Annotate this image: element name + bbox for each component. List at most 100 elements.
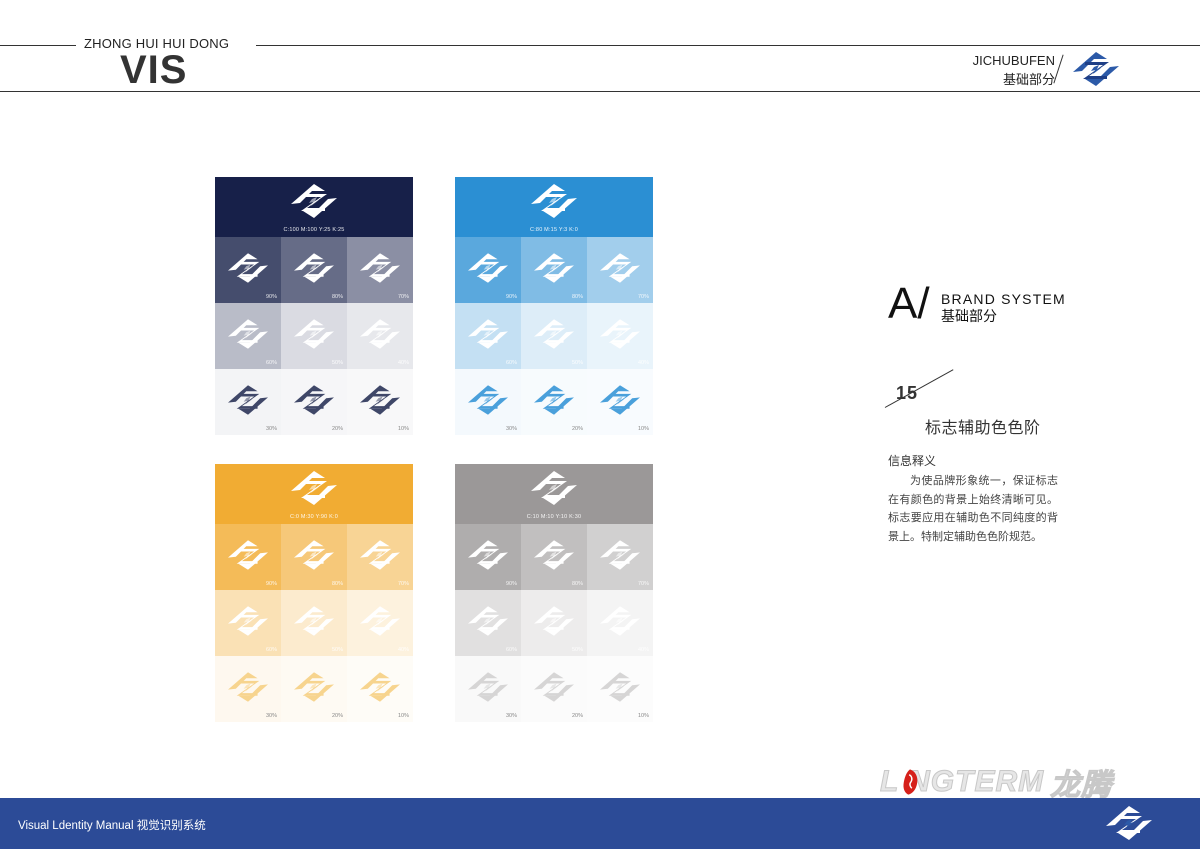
logo-orange-50-icon (294, 606, 334, 636)
page-subtitle: 标志辅助色色阶 (925, 420, 1041, 437)
logo-orange-30-icon (228, 672, 268, 702)
swatch-orange-cmyk: C:0 M:30 Y:90 K:0 (290, 514, 338, 520)
swatch-navy-base: C:100 M:100 Y:25 K:25 (215, 177, 413, 237)
swatch-level-label: 40% (637, 360, 649, 366)
swatch-blue-70: 70% (587, 237, 653, 303)
logo-orange-20-icon (294, 672, 334, 702)
swatch-blue-30: 30% (455, 369, 521, 435)
logo-orange-60-icon (228, 606, 268, 636)
brand-big-title: VIS (120, 48, 188, 92)
swatch-orange-90: 90% (215, 524, 281, 590)
logo-blue-50-icon (534, 319, 574, 349)
logo-gray-40-icon (600, 606, 640, 636)
header-line-right (256, 45, 1200, 46)
swatch-blue-10: 10% (587, 369, 653, 435)
swatch-navy-40: 40% (347, 303, 413, 369)
logo-gray-30-icon (468, 672, 508, 702)
logo-blue-60-icon (468, 319, 508, 349)
swatch-gray-60: 60% (455, 590, 521, 656)
swatch-level-label: 20% (571, 713, 583, 719)
swatch-level-label: 60% (505, 360, 517, 366)
swatch-navy-cmyk: C:100 M:100 Y:25 K:25 (283, 227, 345, 233)
swatch-level-label: 60% (505, 647, 517, 653)
section-label-cn: 基础部分 (1002, 72, 1055, 87)
section-label-en: JICHUBUFEN (972, 53, 1055, 68)
swatch-gray-40: 40% (587, 590, 653, 656)
logo-gray-80-icon (534, 540, 574, 570)
brand-logo-icon (1073, 52, 1119, 86)
swatch-blue-20: 20% (521, 369, 587, 435)
swatch-orange-base: C:0 M:30 Y:90 K:0 (215, 464, 413, 524)
logo-orange-10-icon (360, 672, 400, 702)
section-title-en: BRAND SYSTEM (941, 291, 1066, 307)
swatch-level-label: 50% (571, 647, 583, 653)
swatch-navy-70: 70% (347, 237, 413, 303)
swatch-blue-60: 60% (455, 303, 521, 369)
swatch-gray-20: 20% (521, 656, 587, 722)
swatch-navy-20: 20% (281, 369, 347, 435)
swatch-level-label: 50% (331, 360, 343, 366)
swatch-orange-50: 50% (281, 590, 347, 656)
swatch-level-label: 50% (571, 360, 583, 366)
swatch-level-label: 30% (505, 426, 517, 432)
logo-gray-base-icon (531, 471, 577, 505)
footer-logo-icon (1106, 806, 1152, 840)
swatch-navy-80: 80% (281, 237, 347, 303)
logo-orange-base-icon (291, 471, 337, 505)
logo-navy-70-icon (360, 253, 400, 283)
swatch-gray-70: 70% (587, 524, 653, 590)
swatch-level-label: 90% (265, 294, 277, 300)
swatch-level-label: 80% (331, 294, 343, 300)
info-body: 为使品牌形象统一，保证标志在有颜色的背景上始终清晰可见。标志要应用在辅助色不同纯… (888, 475, 1058, 543)
swatch-navy-10: 10% (347, 369, 413, 435)
swatch-orange-70: 70% (347, 524, 413, 590)
swatch-blue-80: 80% (521, 237, 587, 303)
logo-gray-10-icon (600, 672, 640, 702)
swatch-level-label: 30% (265, 713, 277, 719)
swatch-level-label: 30% (505, 713, 517, 719)
swatch-level-label: 90% (505, 581, 517, 587)
swatch-navy-50: 50% (281, 303, 347, 369)
swatch-orange-60: 60% (215, 590, 281, 656)
swatch-navy-30: 30% (215, 369, 281, 435)
logo-navy-80-icon (294, 253, 334, 283)
logo-navy-60-icon (228, 319, 268, 349)
swatch-level-label: 10% (637, 713, 649, 719)
swatch-gray-base: C:10 M:10 Y:10 K:30 (455, 464, 653, 524)
swatch-orange-80: 80% (281, 524, 347, 590)
logo-navy-base-icon (291, 184, 337, 218)
header-line-left (0, 45, 76, 46)
logo-blue-10-icon (600, 385, 640, 415)
swatch-level-label: 10% (397, 426, 409, 432)
swatch-level-label: 10% (397, 713, 409, 719)
logo-orange-40-icon (360, 606, 400, 636)
swatch-gray-30: 30% (455, 656, 521, 722)
swatch-panel-blue: C:80 M:15 Y:3 K:0 90% 80% 70% 60% 50% 40% 30% 20… (455, 177, 653, 435)
swatch-blue-50: 50% (521, 303, 587, 369)
swatch-panel-gray: C:10 M:10 Y:10 K:30 90% 80% 70% 60% 50% 40% 30%… (455, 464, 653, 722)
swatch-level-label: 40% (397, 360, 409, 366)
swatch-level-label: 80% (331, 581, 343, 587)
logo-navy-30-icon (228, 385, 268, 415)
logo-blue-80-icon (534, 253, 574, 283)
swatch-level-label: 20% (331, 713, 343, 719)
logo-orange-80-icon (294, 540, 334, 570)
swatch-level-label: 70% (397, 581, 409, 587)
swatch-blue-40: 40% (587, 303, 653, 369)
swatch-blue-90: 90% (455, 237, 521, 303)
logo-gray-90-icon (468, 540, 508, 570)
logo-navy-90-icon (228, 253, 268, 283)
swatch-orange-20: 20% (281, 656, 347, 722)
swatch-navy-90: 90% (215, 237, 281, 303)
swatch-panel-navy: C:100 M:100 Y:25 K:25 90% 80% 70% 60% 50% 40% 3… (215, 177, 413, 435)
swatch-level-label: 10% (637, 426, 649, 432)
logo-gray-50-icon (534, 606, 574, 636)
swatch-level-label: 20% (331, 426, 343, 432)
swatch-gray-80: 80% (521, 524, 587, 590)
section-title-cn: 基础部分 (941, 308, 997, 324)
logo-navy-40-icon (360, 319, 400, 349)
swatch-gray-90: 90% (455, 524, 521, 590)
swatch-level-label: 20% (571, 426, 583, 432)
swatch-level-label: 80% (571, 294, 583, 300)
logo-gray-60-icon (468, 606, 508, 636)
